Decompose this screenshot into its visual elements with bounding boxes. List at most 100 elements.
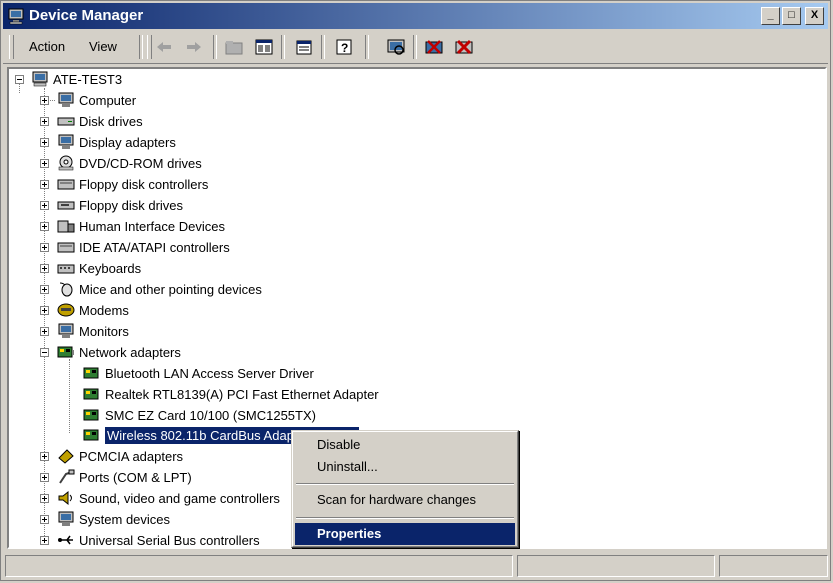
tree-item-label: PCMCIA adapters	[79, 448, 184, 464]
tree-item-label: Computer	[79, 92, 137, 108]
tree-item-label: Ports (COM & LPT)	[79, 469, 192, 485]
controller-icon	[57, 179, 75, 190]
svg-text:?: ?	[341, 41, 348, 55]
toolbar-separator	[281, 35, 285, 59]
speaker-icon	[58, 490, 72, 506]
tree-item-label: System devices	[79, 511, 171, 527]
status-pane-secondary	[517, 555, 715, 577]
menu-separator	[296, 483, 514, 485]
window-title: Device Manager	[29, 7, 144, 24]
tree-item-label: SMC EZ Card 10/100 (SMC1255TX)	[105, 407, 316, 423]
tree-item-label: Floppy disk controllers	[79, 176, 209, 192]
tree-item-ide-controllers[interactable]: IDE ATA/ATAPI controllers	[57, 237, 230, 257]
toolbar-grip[interactable]	[9, 35, 14, 59]
tree-item-sound-video[interactable]: Sound, video and game controllers	[57, 488, 280, 508]
toolbar-grip-2[interactable]	[147, 35, 152, 59]
tree-root-label: ATE-TEST3	[53, 71, 123, 87]
toolbar: Action View ?	[3, 31, 828, 64]
action-menu[interactable]: Action	[29, 39, 65, 54]
title-bar[interactable]: Device Manager _ □ X	[3, 3, 828, 29]
maximize-button[interactable]: □	[782, 7, 801, 25]
tree-item-mice[interactable]: Mice and other pointing devices	[57, 279, 262, 299]
forward-arrow-icon[interactable]	[183, 37, 205, 57]
tree-item-human-interface-devices[interactable]: Human Interface Devices	[57, 216, 225, 236]
root-collapse-toggle[interactable]	[15, 75, 24, 84]
disable-icon[interactable]	[453, 37, 475, 57]
status-bar	[3, 552, 828, 578]
expand-toggle-monitors[interactable]	[40, 327, 49, 336]
expand-toggle-ide[interactable]	[40, 243, 49, 252]
expand-toggle-floppy-controllers[interactable]	[40, 180, 49, 189]
expand-toggle-pcmcia[interactable]	[40, 452, 49, 461]
menu-item-scan-hardware[interactable]: Scan for hardware changes	[295, 489, 515, 511]
scan-hardware-icon[interactable]	[385, 37, 407, 57]
menu-item-properties[interactable]: Properties	[295, 523, 515, 545]
monitor-icon	[58, 323, 74, 338]
disk-drive-icon	[57, 117, 75, 126]
tree-item-keyboards[interactable]: Keyboards	[57, 258, 141, 278]
status-pane-tertiary	[719, 555, 828, 577]
minimize-button[interactable]: _	[761, 7, 780, 25]
tree-item-disk-drives[interactable]: Disk drives	[57, 111, 143, 131]
controller-icon	[57, 242, 75, 253]
tree-item-computer[interactable]: Computer	[57, 90, 136, 110]
network-adapter-icon	[83, 429, 99, 441]
tree-item-label: Network adapters	[79, 344, 181, 360]
expand-toggle-modems[interactable]	[40, 306, 49, 315]
show-hide-tree-icon[interactable]	[253, 37, 275, 57]
floppy-drive-icon	[57, 201, 75, 210]
close-button[interactable]: X	[805, 7, 824, 25]
tree-item-floppy-disk-controllers[interactable]: Floppy disk controllers	[57, 174, 208, 194]
expand-toggle-system[interactable]	[40, 515, 49, 524]
tree-item-label: Monitors	[79, 323, 129, 339]
tree-item-display-adapters[interactable]: Display adapters	[57, 132, 176, 152]
expand-toggle-sound[interactable]	[40, 494, 49, 503]
tree-item-network-adapters[interactable]: Network adapters	[57, 342, 181, 362]
tree-item-usb-controllers[interactable]: Universal Serial Bus controllers	[57, 530, 260, 547]
pcmcia-icon	[58, 449, 74, 464]
tree-item-network-child[interactable]: Realtek RTL8139(A) PCI Fast Ethernet Ada…	[83, 384, 379, 404]
expand-toggle-keyboards[interactable]	[40, 264, 49, 273]
view-menu[interactable]: View	[89, 39, 117, 54]
tree-item-label: Mice and other pointing devices	[79, 281, 262, 297]
expand-toggle-mice[interactable]	[40, 285, 49, 294]
tree-item-pcmcia-adapters[interactable]: PCMCIA adapters	[57, 446, 183, 466]
tree-item-floppy-disk-drives[interactable]: Floppy disk drives	[57, 195, 183, 215]
uninstall-icon[interactable]	[423, 37, 445, 57]
tree-item-dvd-cdrom-drives[interactable]: DVD/CD-ROM drives	[57, 153, 202, 173]
device-manager-window: Device Manager _ □ X Action View ? ATE-T…	[0, 0, 831, 581]
tree-item-label: IDE ATA/ATAPI controllers	[79, 239, 230, 255]
menu-item-disable[interactable]: Disable	[295, 434, 515, 456]
back-arrow-icon[interactable]	[153, 37, 175, 57]
tree-item-modems[interactable]: Modems	[57, 300, 129, 320]
expand-toggle-ports[interactable]	[40, 473, 49, 482]
expand-toggle-hid[interactable]	[40, 222, 49, 231]
tree-item-label: DVD/CD-ROM drives	[79, 155, 202, 171]
expand-toggle-disk-drives[interactable]	[40, 117, 49, 126]
help-icon[interactable]: ?	[333, 37, 355, 57]
tree-item-network-child[interactable]: Bluetooth LAN Access Server Driver	[83, 363, 314, 383]
toolbar-separator	[413, 35, 417, 59]
tree-item-system-devices[interactable]: System devices	[57, 509, 170, 529]
expand-toggle-usb[interactable]	[40, 536, 49, 545]
collapse-toggle-network[interactable]	[40, 348, 49, 357]
properties-icon[interactable]	[293, 37, 315, 57]
computer-icon	[58, 92, 74, 107]
tree-item-network-child[interactable]: SMC EZ Card 10/100 (SMC1255TX)	[83, 405, 316, 425]
tree-item-ports[interactable]: Ports (COM & LPT)	[57, 467, 192, 487]
up-folder-icon[interactable]	[223, 37, 245, 57]
expand-toggle-dvd-cdrom[interactable]	[40, 159, 49, 168]
tree-item-label: Modems	[79, 302, 129, 318]
network-adapter-icon	[83, 367, 99, 379]
display-adapter-icon	[58, 134, 74, 149]
expand-toggle-computer[interactable]	[40, 96, 49, 105]
menu-item-uninstall[interactable]: Uninstall...	[295, 456, 515, 478]
tree-item-label: Realtek RTL8139(A) PCI Fast Ethernet Ada…	[105, 386, 379, 402]
port-icon	[59, 469, 75, 484]
expand-toggle-floppy-drives[interactable]	[40, 201, 49, 210]
tree-root-node[interactable]: ATE-TEST3	[31, 69, 122, 89]
tree-item-monitors[interactable]: Monitors	[57, 321, 129, 341]
expand-toggle-display-adapters[interactable]	[40, 138, 49, 147]
context-menu: Disable Uninstall... Scan for hardware c…	[291, 430, 519, 548]
tree-line	[69, 359, 70, 433]
